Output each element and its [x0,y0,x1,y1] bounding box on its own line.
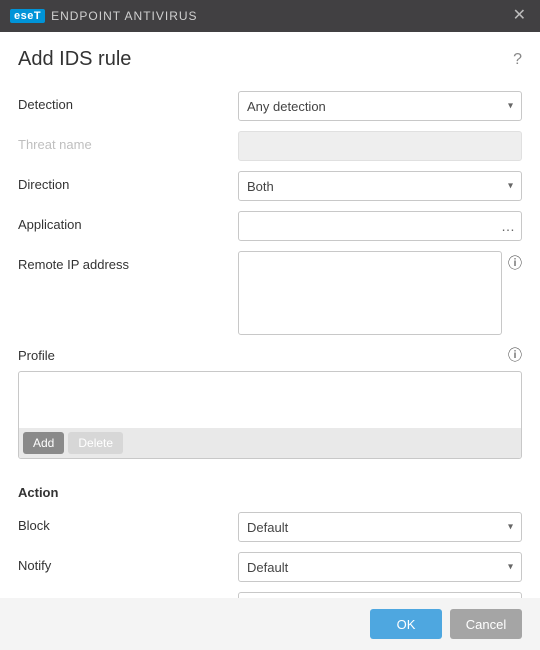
direction-value: Both [247,179,274,194]
threat-name-input [238,131,522,161]
profile-buttons: Add Delete [19,428,521,458]
block-select[interactable]: Default ▾ [238,512,522,542]
row-remote-ip: Remote IP address ⓘ [18,251,522,335]
content: Add IDS rule ? Detection Any detection ▾… [0,32,540,622]
block-value: Default [247,520,288,535]
page-title: Add IDS rule [18,48,131,71]
chevron-down-icon: ▾ [508,562,513,573]
notify-value: Default [247,560,288,575]
brand-text: ENDPOINT ANTIVIRUS [51,9,197,23]
brand-logo: eseT ENDPOINT ANTIVIRUS [10,9,198,23]
remote-ip-input[interactable] [238,251,502,335]
row-threat-name: Threat name [18,131,522,161]
chevron-down-icon: ▾ [508,101,513,112]
direction-select[interactable]: Both ▾ [238,171,522,201]
footer: OK Cancel [0,598,540,650]
label-application: Application [18,211,238,232]
add-button[interactable]: Add [23,432,64,454]
detection-value: Any detection [247,99,326,114]
header-row: Add IDS rule ? [18,48,522,71]
profile-section: Profile ⓘ Add Delete [18,345,522,459]
label-block: Block [18,512,238,533]
detection-select[interactable]: Any detection ▾ [238,91,522,121]
info-icon[interactable]: ⓘ [508,251,522,273]
application-input[interactable] [238,211,522,241]
label-detection: Detection [18,91,238,112]
row-notify: Notify Default ▾ [18,552,522,582]
chevron-down-icon: ▾ [508,181,513,192]
notify-select[interactable]: Default ▾ [238,552,522,582]
chevron-down-icon: ▾ [508,522,513,533]
cancel-button[interactable]: Cancel [450,609,522,639]
row-detection: Detection Any detection ▾ [18,91,522,121]
label-threat-name: Threat name [18,131,238,152]
delete-button[interactable]: Delete [68,432,123,454]
profile-box: Add Delete [18,371,522,459]
help-icon[interactable]: ? [513,51,522,69]
label-notify: Notify [18,552,238,573]
row-direction: Direction Both ▾ [18,171,522,201]
brand-badge: eseT [10,9,45,23]
close-icon[interactable]: ✕ [509,8,530,24]
label-remote-ip: Remote IP address [18,251,238,272]
row-application: Application … [18,211,522,241]
action-heading: Action [18,485,522,500]
browse-icon[interactable]: … [501,218,516,234]
ok-button[interactable]: OK [370,609,442,639]
label-profile: Profile [18,348,502,363]
info-icon[interactable]: ⓘ [508,345,522,365]
row-block: Block Default ▾ [18,512,522,542]
titlebar: eseT ENDPOINT ANTIVIRUS ✕ [0,0,540,32]
label-direction: Direction [18,171,238,192]
profile-list[interactable] [19,372,521,428]
